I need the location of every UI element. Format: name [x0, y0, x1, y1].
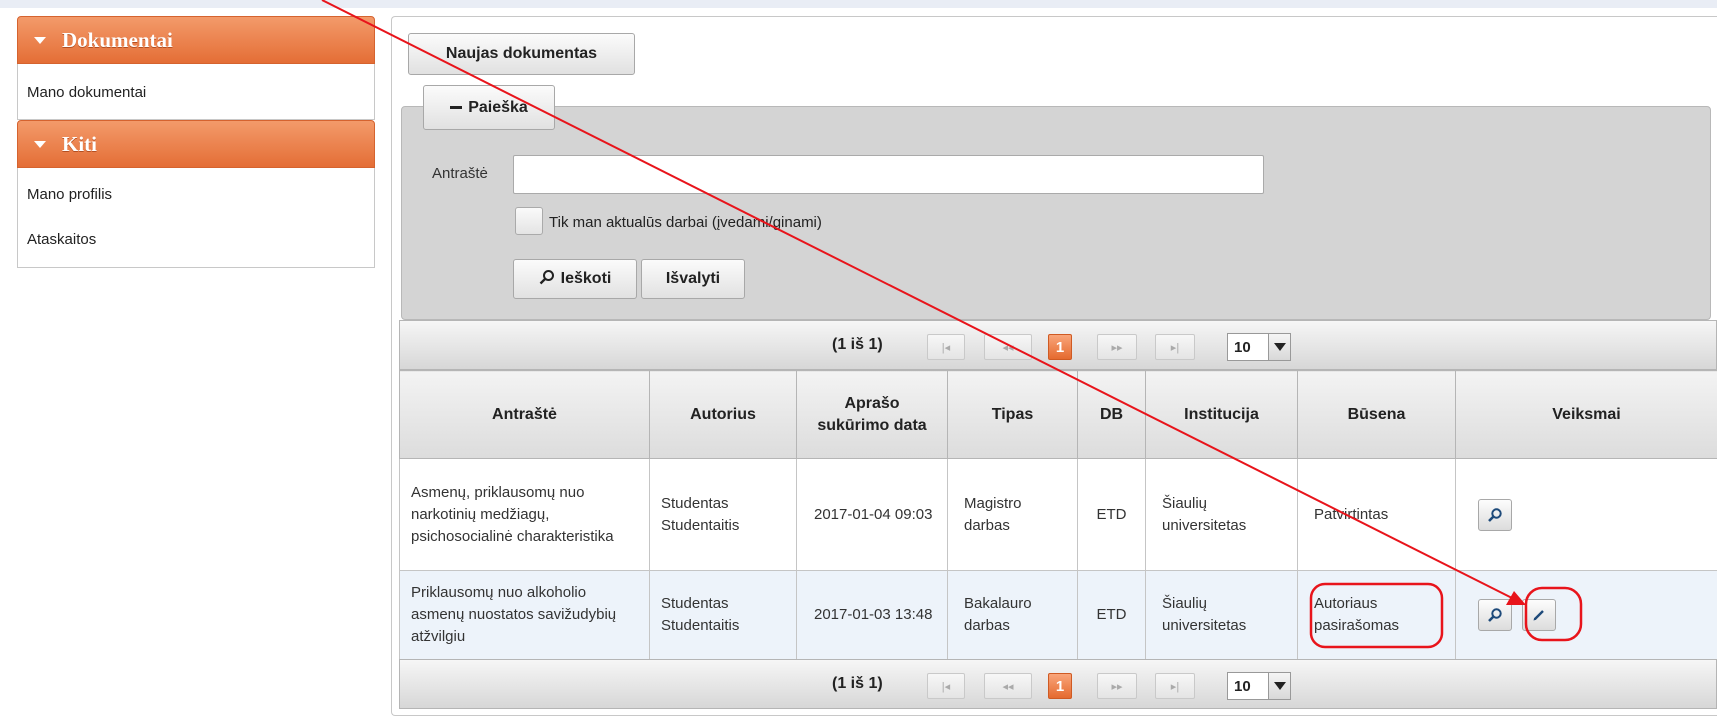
relevant-works-label: Tik man aktualūs darbai (įvedami/ginami) — [549, 214, 822, 231]
first-page-button[interactable]: |◂ — [927, 334, 965, 360]
previous-page-button[interactable]: ◂◂ — [984, 673, 1032, 699]
rows-per-page-value: 10 — [1234, 338, 1251, 356]
cell-actions — [1455, 570, 1717, 660]
dropdown-arrow-icon — [1268, 673, 1290, 699]
minus-icon — [450, 106, 463, 109]
title-field-label: Antraštė — [432, 165, 488, 182]
edit-button[interactable] — [1522, 599, 1557, 631]
view-button[interactable] — [1478, 599, 1512, 631]
sidebar-section-kiti[interactable]: Kiti — [17, 120, 375, 168]
new-document-button[interactable]: Naujas dokumentas — [408, 33, 635, 75]
sidebar-section-dokumentai[interactable]: Dokumentai — [17, 16, 375, 64]
cell-type: Magistro darbas — [947, 458, 1078, 571]
cell-institution: Šiaulių universitetas — [1145, 570, 1298, 660]
page-number-button[interactable]: 1 — [1048, 334, 1072, 360]
view-button[interactable] — [1478, 498, 1512, 531]
next-page-icon: ▸▸ — [1111, 341, 1123, 354]
cell-date: 2017-01-03 13:48 — [796, 570, 948, 660]
search-panel-toggle[interactable]: Paieška — [423, 85, 555, 130]
sidebar: Dokumentai Mano dokumentai Kiti Mano pro… — [17, 16, 375, 268]
paginator-bottom: (1 iš 1) |◂ ◂◂ 1 ▸▸ ▸| 10 — [399, 659, 1717, 709]
next-page-icon: ▸▸ — [1111, 680, 1123, 693]
cell-title: Asmenų, priklausomų nuo narkotinių medži… — [399, 458, 650, 571]
table-row[interactable]: Priklausomų nuo alkoholio asmenų nuostat… — [399, 570, 1717, 660]
last-page-button[interactable]: ▸| — [1155, 673, 1195, 699]
column-header-db[interactable]: DB — [1077, 370, 1146, 459]
next-page-button[interactable]: ▸▸ — [1097, 673, 1137, 699]
cell-author: Studentas Studentaitis — [649, 458, 797, 571]
sidebar-section-title: Dokumentai — [62, 27, 173, 52]
search-button[interactable]: Ieškoti — [513, 259, 637, 299]
column-header-status[interactable]: Būsena — [1297, 370, 1456, 459]
last-page-icon: ▸| — [1170, 341, 1180, 354]
page-count: (1 iš 1) — [832, 336, 883, 353]
last-page-icon: ▸| — [1170, 680, 1180, 693]
last-page-button[interactable]: ▸| — [1155, 334, 1195, 360]
paginator-top: (1 iš 1) |◂ ◂◂ 1 ▸▸ ▸| 10 — [399, 320, 1717, 370]
sidebar-item-mano-profilis[interactable]: Mano profilis — [18, 172, 374, 217]
previous-page-button[interactable]: ◂◂ — [984, 334, 1032, 360]
clear-button[interactable]: Išvalyti — [641, 259, 745, 299]
search-button-label: Ieškoti — [560, 270, 612, 287]
first-page-icon: |◂ — [941, 341, 951, 354]
first-page-button[interactable]: |◂ — [927, 673, 965, 699]
rows-per-page-value: 10 — [1234, 677, 1251, 695]
sidebar-item-ataskaitos[interactable]: Ataskaitos — [18, 217, 374, 262]
column-header-date[interactable]: Aprašo sukūrimo data — [796, 370, 948, 459]
relevant-works-checkbox[interactable] — [515, 207, 543, 235]
column-header-author[interactable]: Autorius — [649, 370, 797, 459]
cell-institution: Šiaulių universitetas — [1145, 458, 1298, 571]
top-strip — [0, 0, 1717, 8]
previous-page-icon: ◂◂ — [1002, 341, 1014, 354]
documents-table: Antraštė Autorius Aprašo sukūrimo data T… — [399, 370, 1717, 660]
cell-title: Priklausomų nuo alkoholio asmenų nuostat… — [399, 570, 650, 660]
search-icon — [539, 269, 555, 290]
next-page-button[interactable]: ▸▸ — [1097, 334, 1137, 360]
table-row[interactable]: Asmenų, priklausomų nuo narkotinių medži… — [399, 458, 1717, 571]
dropdown-arrow-icon — [1268, 334, 1290, 360]
caret-down-icon — [34, 36, 46, 44]
cell-status: Autoriaus pasirašomas — [1297, 570, 1456, 660]
search-legend-label: Paieška — [468, 98, 528, 116]
column-header-actions: Veiksmai — [1455, 370, 1717, 459]
previous-page-icon: ◂◂ — [1002, 680, 1014, 693]
cell-type: Bakalauro darbas — [947, 570, 1078, 660]
column-header-type[interactable]: Tipas — [947, 370, 1078, 459]
cell-date: 2017-01-04 09:03 — [796, 458, 948, 571]
rows-per-page-select[interactable]: 10 — [1227, 672, 1291, 700]
cell-actions — [1455, 458, 1717, 571]
cell-db: ETD — [1077, 458, 1146, 571]
table-header-row: Antraštė Autorius Aprašo sukūrimo data T… — [399, 370, 1717, 459]
page-count: (1 iš 1) — [832, 675, 883, 692]
magnifier-icon — [1488, 507, 1502, 522]
pencil-icon — [1533, 610, 1545, 621]
sidebar-section-body: Mano profilis Ataskaitos — [17, 168, 375, 268]
magnifier-icon — [1488, 608, 1502, 622]
sidebar-section-title: Kiti — [62, 131, 97, 156]
column-header-institution[interactable]: Institucija — [1145, 370, 1298, 459]
column-header-title[interactable]: Antraštė — [399, 370, 650, 459]
rows-per-page-select[interactable]: 10 — [1227, 333, 1291, 361]
cell-author: Studentas Studentaitis — [649, 570, 797, 660]
cell-status: Patvirtintas — [1297, 458, 1456, 571]
page-number-button[interactable]: 1 — [1048, 673, 1072, 699]
sidebar-item-mano-dokumentai[interactable]: Mano dokumentai — [18, 64, 374, 120]
sidebar-section-body: Mano dokumentai — [17, 64, 375, 120]
first-page-icon: |◂ — [941, 680, 951, 693]
title-search-input[interactable] — [513, 155, 1264, 194]
caret-down-icon — [34, 140, 46, 148]
cell-db: ETD — [1077, 570, 1146, 660]
